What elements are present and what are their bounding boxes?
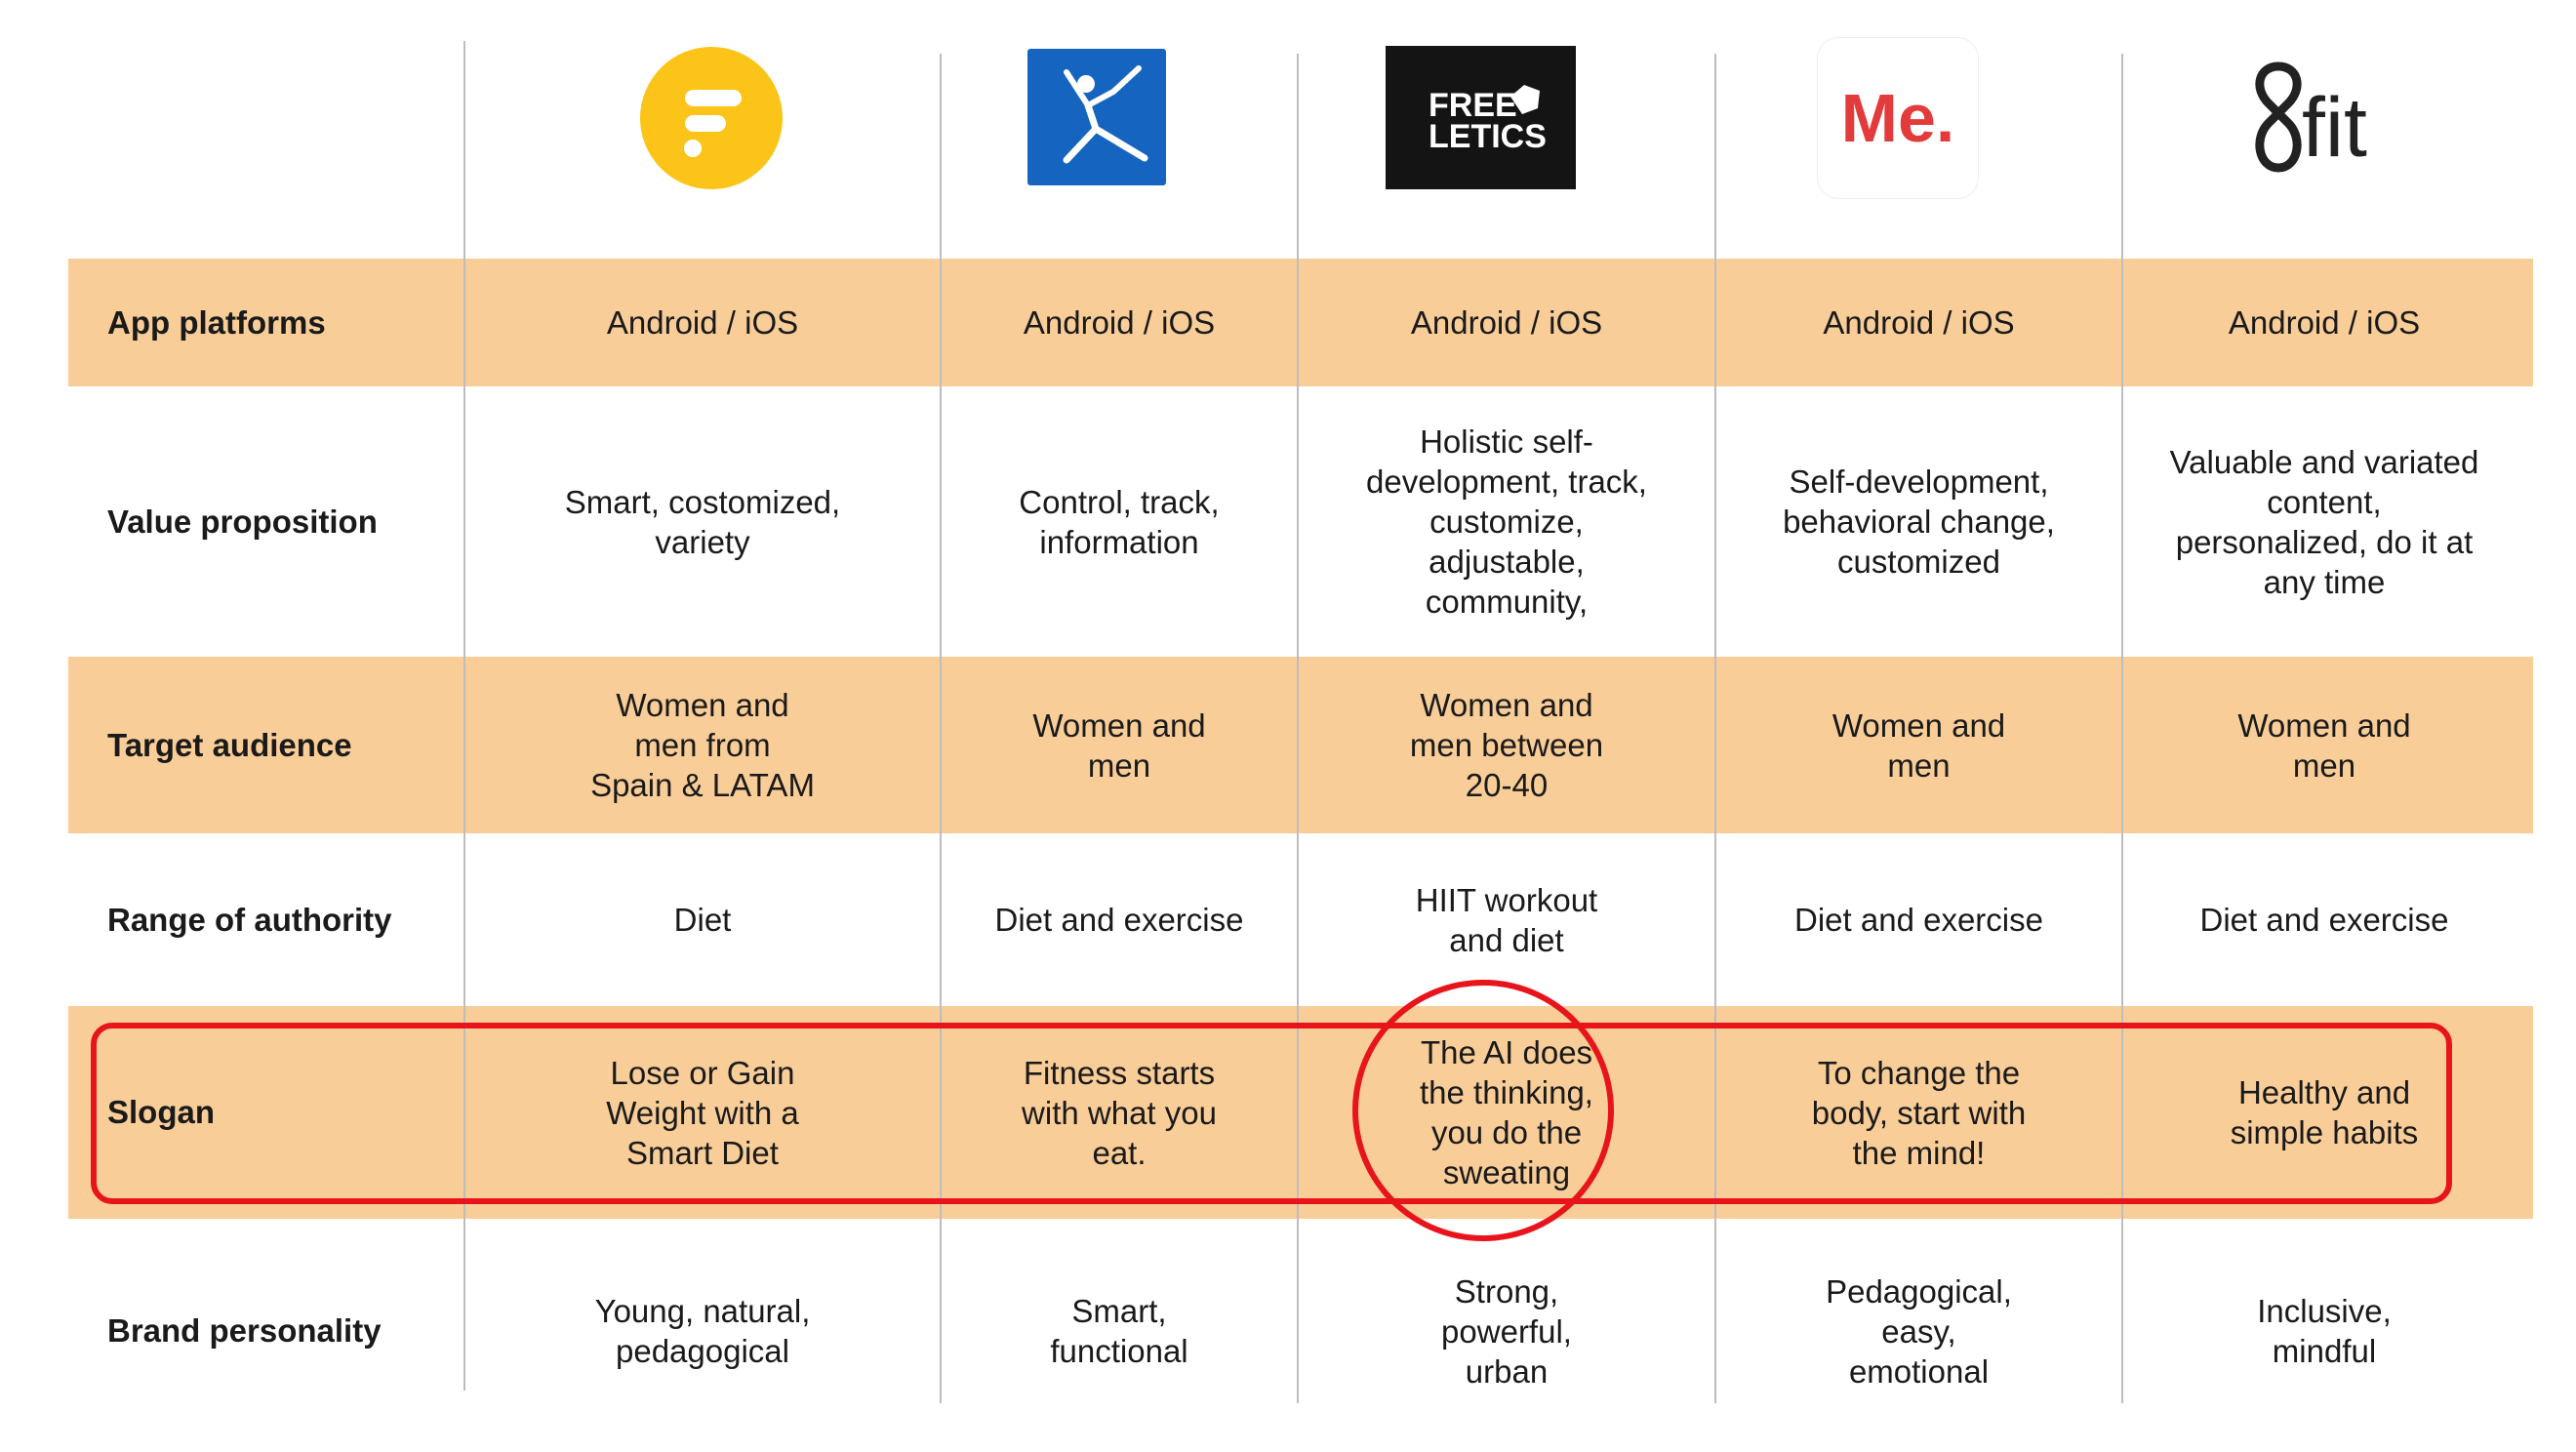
cell-freeletics: Android / iOS	[1410, 304, 1603, 341]
me-logo: Me.	[1817, 37, 1979, 199]
cell-8fit: Diet and exercise	[2199, 902, 2449, 938]
8fit-logo: fit	[2239, 55, 2415, 182]
cell-me: Android / iOS	[1823, 304, 2015, 341]
cell-8fit: Valuable and variated content, personali…	[2169, 443, 2479, 600]
cell-fitia: Young, natural, pedagogical	[594, 1293, 811, 1369]
row-label: Target audience	[107, 726, 352, 763]
freeletics-line2: LETICS	[1429, 118, 1547, 155]
fitia-icon	[640, 47, 783, 189]
cell-freeletics: Strong, powerful, urban	[1441, 1272, 1572, 1390]
jumping-person-icon	[1027, 49, 1166, 185]
cell-fitia: Women and men from Spain & LATAM	[590, 687, 815, 803]
cell-myfitnesspal: Women and men	[1032, 706, 1206, 784]
freeletics-slogan-highlight-circle	[1352, 980, 1614, 1241]
cell-freeletics: Women and men between 20-40	[1409, 687, 1604, 803]
row-range-of-authority: Range of authority Diet Diet and exercis…	[0, 833, 2576, 1006]
myfitnesspal-logo	[1027, 49, 1166, 185]
cell-myfitnesspal: Android / iOS	[1023, 304, 1216, 341]
cell-myfitnesspal: Control, track, information	[1019, 483, 1220, 560]
fitia-logo	[640, 47, 783, 189]
cell-me: Self-development, behavioral change, cus…	[1783, 464, 2055, 580]
cell-me: Diet and exercise	[1794, 902, 2043, 938]
cell-freeletics: HIIT workout and diet	[1415, 881, 1598, 958]
cell-fitia: Android / iOS	[606, 304, 799, 341]
row-value-proposition: Value proposition Smart, costomized, var…	[0, 386, 2576, 657]
row-label: Range of authority	[107, 901, 392, 938]
cell-myfitnesspal: Diet and exercise	[994, 902, 1244, 938]
cell-8fit: Android / iOS	[2228, 304, 2421, 341]
cell-8fit: Women and men	[2237, 706, 2411, 784]
cell-fitia: Diet	[673, 902, 732, 938]
slogan-highlight-rectangle	[91, 1023, 2452, 1204]
row-label: Value proposition	[107, 503, 378, 540]
row-label: App platforms	[107, 303, 326, 341]
8fit-icon: fit	[2255, 61, 2367, 175]
cell-freeletics: Holistic self- development, track, custo…	[1366, 424, 1647, 620]
cell-myfitnesspal: Smart, functional	[1050, 1293, 1188, 1369]
freeletics-icon: FREE LETICS	[1429, 85, 1547, 155]
row-target-audience: Target audience Women and men from Spain…	[0, 657, 2576, 833]
me-logo-text: Me.	[1840, 80, 1955, 156]
cell-me: Women and men	[1831, 706, 2006, 784]
row-app-platforms: App platforms Android / iOS Android / iO…	[0, 259, 2576, 386]
8fit-logo-text: fit	[2302, 81, 2367, 175]
cell-fitia: Smart, costomized, variety	[564, 483, 841, 560]
cell-8fit: Inclusive, mindful	[2257, 1293, 2392, 1369]
cell-me: Pedagogical, easy, emotional	[1826, 1272, 2012, 1390]
freeletics-logo: FREE LETICS	[1386, 46, 1576, 189]
row-brand-personality: Brand personality Young, natural, pedago…	[0, 1219, 2576, 1443]
row-label: Brand personality	[107, 1312, 382, 1349]
